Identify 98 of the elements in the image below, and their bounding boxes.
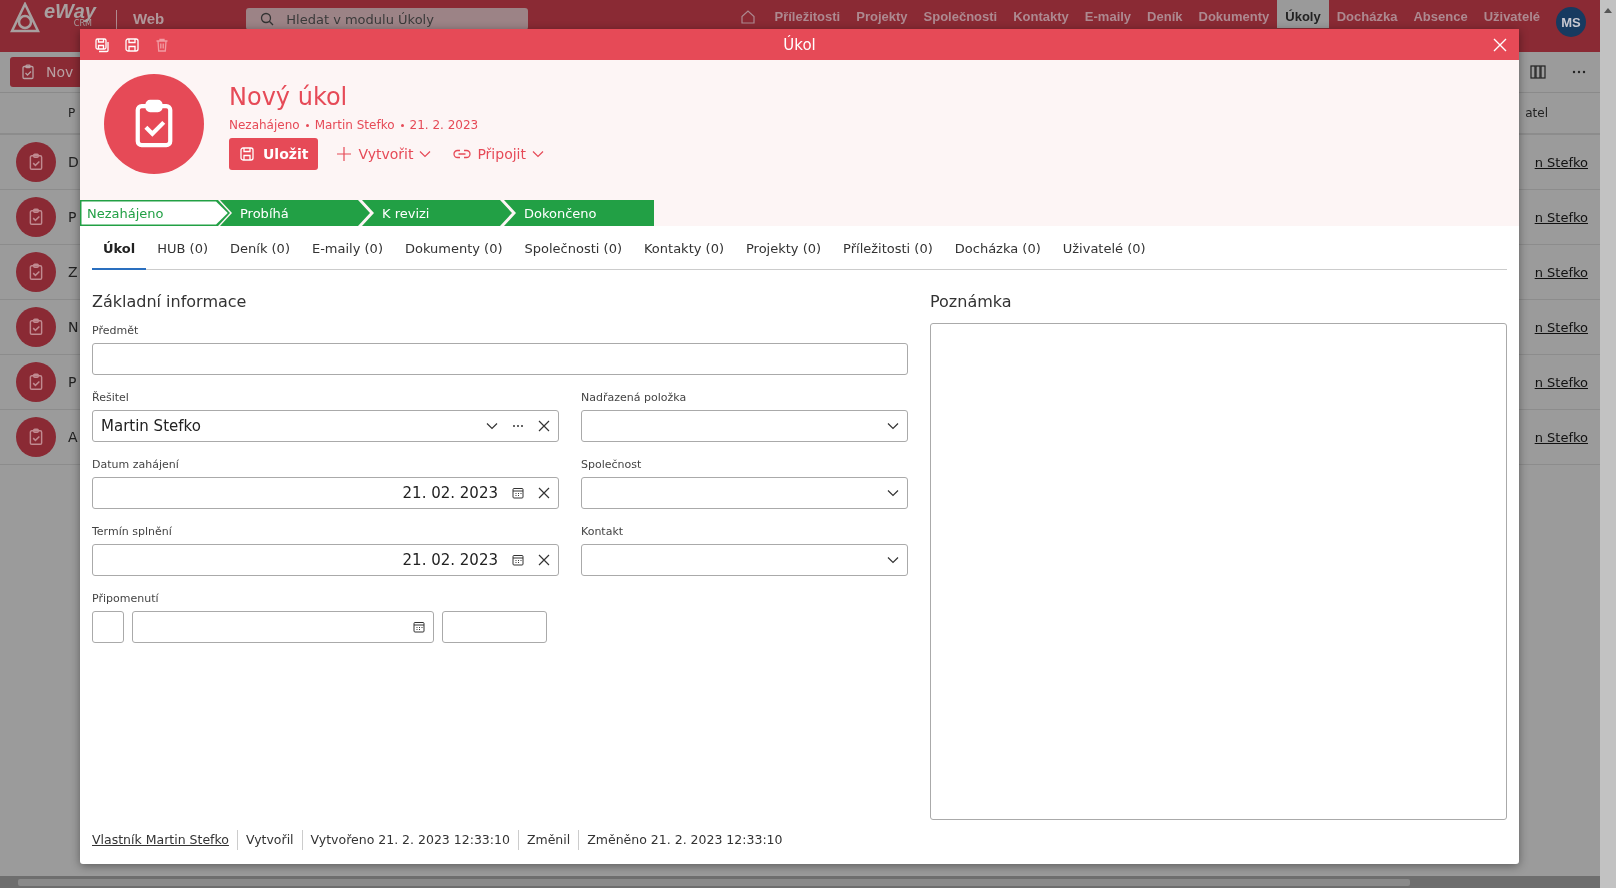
table-cell: P: [68, 374, 77, 390]
tab[interactable]: HUB (0): [146, 232, 219, 270]
tab[interactable]: E-maily (0): [300, 232, 394, 270]
field-label: Kontakt: [581, 524, 625, 540]
clear-icon[interactable]: [538, 420, 550, 432]
field-label: Datum zahájení: [92, 457, 180, 473]
logo-text: eWay: [44, 2, 96, 20]
note-field[interactable]: [930, 323, 1507, 820]
nav-tab[interactable]: Úkoly: [1277, 0, 1329, 28]
user-link[interactable]: n Stefko: [1534, 154, 1588, 170]
tab[interactable]: Společnosti (0): [513, 232, 633, 270]
tab[interactable]: Příležitosti (0): [832, 232, 944, 270]
chevron-down-icon[interactable]: [887, 556, 899, 564]
save-icon: [239, 146, 255, 162]
clipboard-icon: [20, 64, 36, 80]
tab[interactable]: Dokumenty (0): [393, 232, 514, 270]
field-label: Nadřazená položka: [581, 390, 688, 406]
user-link[interactable]: n Stefko: [1534, 319, 1588, 335]
chevron-down-icon[interactable]: [486, 422, 498, 430]
tab[interactable]: Projekty (0): [734, 232, 833, 270]
home-icon[interactable]: [740, 9, 757, 25]
calendar-icon[interactable]: [413, 621, 425, 633]
dialog-title: Úkol: [783, 35, 816, 54]
tab[interactable]: Docházka (0): [943, 232, 1052, 270]
tab[interactable]: Uživatelé (0): [1051, 232, 1157, 270]
clipboard-icon: [27, 428, 45, 446]
column-header[interactable]: P: [68, 106, 76, 120]
scroll-up-icon[interactable]: [1603, 6, 1613, 14]
column-header[interactable]: atel: [1525, 106, 1548, 120]
chevron-down-icon[interactable]: [887, 422, 899, 430]
save-button[interactable]: Uložit: [229, 138, 319, 170]
logo-icon: [10, 2, 40, 34]
table-cell: N: [68, 319, 79, 335]
input-field[interactable]: [92, 611, 124, 643]
table-cell: P: [68, 209, 77, 225]
user-link[interactable]: n Stefko: [1534, 374, 1588, 390]
dropdown-field[interactable]: [581, 410, 908, 442]
user-link[interactable]: n Stefko: [1534, 209, 1588, 225]
record-meta: 21. 2. 2023: [409, 118, 479, 132]
footer-text: Změnil: [517, 830, 579, 850]
footer-text: Vytvořil: [236, 830, 302, 850]
user-link[interactable]: n Stefko: [1534, 429, 1588, 445]
field-label: Připomenutí: [92, 591, 160, 607]
clipboard-icon: [27, 153, 45, 171]
scrollbar[interactable]: [0, 876, 1600, 888]
save-all-icon[interactable]: [94, 36, 110, 53]
clipboard-icon: [27, 208, 45, 226]
more-icon[interactable]: [512, 424, 524, 428]
user-link[interactable]: n Stefko: [1534, 264, 1588, 280]
columns-icon[interactable]: [1530, 65, 1546, 79]
attach-button[interactable]: Připojit: [449, 146, 548, 162]
field-label: Společnost: [581, 457, 643, 473]
footer-text: Změněno 21. 2. 2023 12:33:10: [578, 830, 791, 850]
tab[interactable]: Kontakty (0): [632, 232, 735, 270]
clipboard-icon: [27, 318, 45, 336]
link-icon: [453, 149, 472, 159]
create-button[interactable]: Vytvořit: [332, 146, 436, 162]
stage-step[interactable]: Nezahájeno: [80, 200, 228, 226]
save-icon[interactable]: [124, 36, 140, 53]
chevron-down-icon[interactable]: [887, 489, 899, 497]
field-label: Termín splnění: [92, 524, 173, 540]
footer-text: Vytvořeno 21. 2. 2023 12:33:10: [301, 830, 518, 850]
chevron-down-icon: [419, 150, 432, 158]
table-cell: A: [68, 429, 78, 445]
input-field[interactable]: [92, 343, 908, 375]
more-icon[interactable]: [1572, 70, 1586, 74]
field-label: Řešitel: [92, 390, 130, 406]
section-title: Web: [132, 9, 165, 27]
time-field[interactable]: [442, 611, 547, 643]
table-cell: D: [68, 154, 79, 170]
section-title: Základní informace: [92, 292, 248, 311]
tab[interactable]: Deník (0): [219, 232, 301, 270]
clear-icon[interactable]: [538, 554, 550, 566]
chevron-down-icon: [531, 150, 544, 158]
owner-link[interactable]: Vlastník Martin Stefko: [92, 830, 237, 850]
dropdown-field[interactable]: [581, 544, 908, 576]
input-field[interactable]: Martin Stefko: [92, 410, 559, 442]
calendar-icon[interactable]: [512, 487, 524, 499]
plus-icon: [336, 146, 353, 162]
table-cell: Z: [68, 264, 78, 280]
section-title: Poznámka: [930, 292, 1013, 311]
dropdown-field[interactable]: [581, 477, 908, 509]
scrollbar[interactable]: [1600, 0, 1616, 888]
date-field[interactable]: [132, 611, 434, 643]
tab[interactable]: Úkol: [92, 232, 147, 270]
date-field[interactable]: 21. 02. 2023: [92, 477, 559, 509]
user-avatar[interactable]: MS: [1556, 7, 1586, 37]
date-field[interactable]: 21. 02. 2023: [92, 544, 559, 576]
logo-subtitle: CRM: [73, 20, 92, 28]
record-meta: Nezahájeno: [229, 118, 300, 132]
record-meta: Martin Stefko: [314, 118, 395, 132]
clear-icon[interactable]: [538, 487, 550, 499]
clipboard-icon: [27, 373, 45, 391]
clipboard-icon: [27, 263, 45, 281]
field-label: Předmět: [92, 323, 140, 339]
search-icon: [260, 12, 275, 26]
record-title: Nový úkol: [229, 82, 349, 112]
calendar-icon[interactable]: [512, 554, 524, 566]
